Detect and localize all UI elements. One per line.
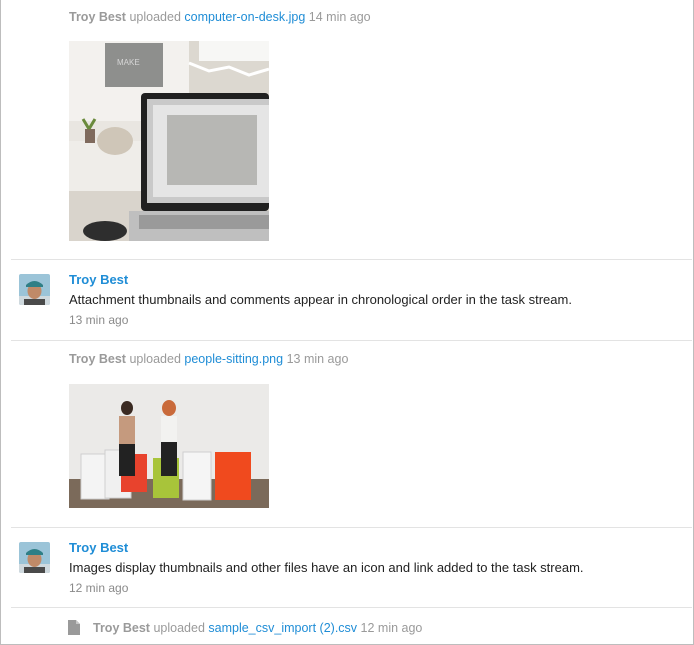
file-link[interactable]: computer-on-desk.jpg (184, 10, 305, 24)
upload-time: 13 min ago (286, 352, 349, 366)
divider (11, 527, 692, 528)
upload-action: uploaded (129, 352, 181, 366)
upload-time: 12 min ago (360, 621, 423, 635)
upload-action: uploaded (129, 10, 181, 24)
upload-action: uploaded (153, 621, 205, 635)
divider (11, 259, 692, 260)
upload-user: Troy Best (93, 621, 150, 635)
document-icon (68, 620, 80, 635)
upload-entry: Troy Best uploaded sample_csv_import (2)… (93, 621, 422, 635)
upload-user: Troy Best (69, 352, 126, 366)
divider (11, 340, 692, 341)
upload-entry: Troy Best uploaded people-sitting.png 13… (69, 352, 348, 366)
avatar[interactable] (19, 542, 50, 573)
avatar-image (19, 542, 50, 573)
upload-user: Troy Best (69, 10, 126, 24)
divider (11, 607, 692, 608)
task-stream: Troy Best uploaded computer-on-desk.jpg … (0, 0, 694, 645)
comment-author[interactable]: Troy Best (69, 272, 128, 287)
image-thumbnail-people[interactable] (69, 384, 269, 508)
avatar[interactable] (19, 274, 50, 305)
comment-text: Images display thumbnails and other file… (69, 560, 584, 575)
avatar-image (19, 274, 50, 305)
file-link[interactable]: people-sitting.png (184, 352, 283, 366)
upload-time: 14 min ago (308, 10, 371, 24)
comment-time: 13 min ago (69, 313, 129, 327)
upload-entry: Troy Best uploaded computer-on-desk.jpg … (69, 10, 371, 24)
comment-time: 12 min ago (69, 581, 129, 595)
image-thumbnail-computer[interactable]: MAKE (69, 41, 269, 241)
comment-author[interactable]: Troy Best (69, 540, 128, 555)
comment-text: Attachment thumbnails and comments appea… (69, 292, 572, 307)
people-photo (69, 384, 269, 508)
svg-text:MAKE: MAKE (117, 58, 140, 67)
file-link[interactable]: sample_csv_import (2).csv (208, 621, 357, 635)
computer-photo: MAKE (69, 41, 269, 241)
